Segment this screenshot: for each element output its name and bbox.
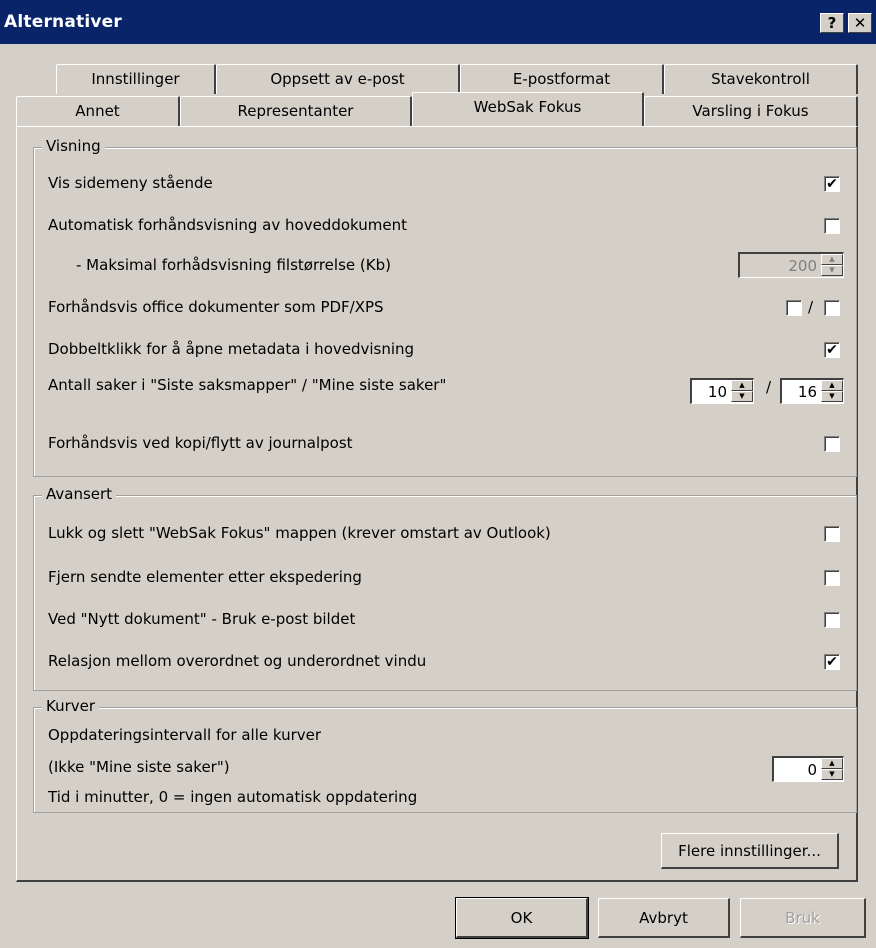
relasjon-label: Relasjon mellom overordnet og underordne… [48,652,427,670]
tab-websak-fokus[interactable]: WebSak Fokus [412,92,644,126]
mine-siste-saker-arrows[interactable]: ▲ ▼ [821,380,843,402]
forhand-office-separator: / [808,298,814,316]
kurver-line-2: (Ikke "Mine siste saker") [48,758,230,776]
forhand-kopi-checkbox[interactable] [824,436,840,452]
auto-forhand-checkbox[interactable] [824,218,840,234]
kurver-group: Kurver Oppdateringsintervall for alle ku… [33,697,857,813]
spin-down-icon[interactable]: ▼ [731,391,753,402]
spin-down-icon[interactable]: ▼ [821,391,843,402]
forhand-kopi-label: Forhåndsvis ved kopi/flytt av journalpos… [48,434,353,452]
vis-sidemeny-checkbox[interactable]: ✔ [824,176,840,192]
dobbeltklikk-label: Dobbeltklikk for å åpne metadata i hoved… [48,340,415,358]
kurver-legend: Kurver [42,697,100,715]
close-button[interactable]: ✕ [848,13,872,33]
spin-up-icon[interactable]: ▲ [821,758,843,769]
window-title: Alternativer [4,12,122,32]
maks-filstorrelse-stepper[interactable]: 200 ▲ ▼ [738,252,844,278]
maks-filstorrelse-arrows[interactable]: ▲ ▼ [821,254,843,276]
bruk-button[interactable]: Bruk [740,898,866,938]
visning-group: Visning Vis sidemeny stående ✔ Automatis… [33,137,857,477]
visning-legend: Visning [42,137,105,155]
lukk-slett-label: Lukk og slett "WebSak Fokus" mappen (kre… [48,524,551,542]
avbryt-button[interactable]: Avbryt [598,898,730,938]
forhand-office-label: Forhåndsvis office dokumenter som PDF/XP… [48,298,384,316]
nytt-dokument-label: Ved "Nytt dokument" - Bruk e-post bildet [48,610,356,628]
tab-panel: Visning Vis sidemeny stående ✔ Automatis… [16,126,858,882]
forhand-office-xps-checkbox[interactable] [824,300,840,316]
relasjon-checkbox[interactable]: ✔ [824,654,840,670]
lukk-slett-checkbox[interactable] [824,526,840,542]
spin-down-icon[interactable]: ▼ [821,769,843,780]
spin-up-icon[interactable]: ▲ [821,254,843,265]
tab-row-2: Annet Representanter WebSak Fokus Varsli… [16,92,858,126]
oppdateringsintervall-value: 0 [807,761,817,779]
vis-sidemeny-label: Vis sidemeny stående [48,174,213,192]
maks-filstorrelse-label: - Maksimal forhådsvisning filstørrelse (… [76,256,391,274]
siste-saksmapper-arrows[interactable]: ▲ ▼ [731,380,753,402]
avansert-group: Avansert Lukk og slett "WebSak Fokus" ma… [33,485,857,691]
forhand-office-pdf-checkbox[interactable] [786,300,802,316]
siste-saksmapper-stepper[interactable]: 10 ▲ ▼ [690,378,754,404]
tab-oppsett-av-e-post[interactable]: Oppsett av e-post [216,64,460,94]
oppdateringsintervall-stepper[interactable]: 0 ▲ ▼ [772,756,844,782]
avansert-legend: Avansert [42,485,117,503]
auto-forhand-label: Automatisk forhåndsvisning av hoveddokum… [48,216,407,234]
tab-representanter[interactable]: Representanter [180,96,412,126]
spin-down-icon[interactable]: ▼ [821,265,843,276]
ok-button[interactable]: OK [455,897,589,939]
spin-up-icon[interactable]: ▲ [731,380,753,391]
help-button[interactable]: ? [820,13,844,33]
tab-annet[interactable]: Annet [16,96,180,126]
title-bar: Alternativer ? ✕ [0,0,876,44]
tab-e-postformat[interactable]: E-postformat [460,64,664,94]
antall-saker-separator: / [766,378,772,396]
spin-up-icon[interactable]: ▲ [821,380,843,391]
mine-siste-saker-stepper[interactable]: 16 ▲ ▼ [780,378,844,404]
siste-saksmapper-value: 10 [707,383,727,401]
mine-siste-saker-value: 16 [797,383,817,401]
tab-stavekontroll[interactable]: Stavekontroll [664,64,858,94]
oppdateringsintervall-arrows[interactable]: ▲ ▼ [821,758,843,780]
fjern-sendte-label: Fjern sendte elementer etter ekspedering [48,568,362,586]
tab-varsling-i-fokus[interactable]: Varsling i Fokus [644,96,858,126]
fjern-sendte-checkbox[interactable] [824,570,840,586]
antall-saker-label: Antall saker i "Siste saksmapper" / "Min… [48,376,447,394]
flere-innstillinger-button[interactable]: Flere innstillinger... [661,833,839,869]
tab-innstillinger[interactable]: Innstillinger [56,64,216,94]
maks-filstorrelse-value: 200 [788,257,817,275]
dobbeltklikk-checkbox[interactable]: ✔ [824,342,840,358]
kurver-line-1: Oppdateringsintervall for alle kurver [48,726,322,744]
kurver-line-3: Tid i minutter, 0 = ingen automatisk opp… [48,788,418,806]
tab-row-1: Innstillinger Oppsett av e-post E-postfo… [16,64,858,94]
nytt-dokument-checkbox[interactable] [824,612,840,628]
